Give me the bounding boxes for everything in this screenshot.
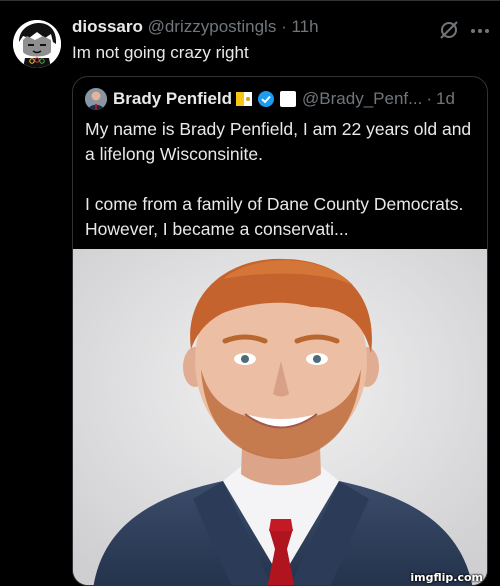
vatican-flag-icon — [236, 92, 253, 106]
quoted-tweet-header: Brady Penfield @Brady_Penf... · 1d — [85, 87, 455, 111]
portrait-illustration — [73, 249, 487, 585]
quoted-tweet-photo[interactable]: imgflip.com — [73, 249, 487, 585]
quoted-tweet-card[interactable]: Brady Penfield @Brady_Penf... · 1d My na… — [72, 76, 488, 586]
quoted-tweet-time[interactable]: 1d — [436, 89, 455, 109]
tweet-header: diossaro @drizzypostingls · 11h — [72, 17, 485, 41]
separator-dot: · — [281, 17, 287, 36]
verified-badge-icon — [258, 91, 275, 107]
tweet-time[interactable]: 11h — [291, 17, 318, 36]
grok-slash-icon[interactable] — [438, 19, 460, 41]
quoted-author-handle[interactable]: @Brady_Penf... — [302, 89, 422, 109]
quoted-tweet-body: My name is Brady Penfield, I am 22 years… — [85, 117, 481, 242]
quoted-author-name[interactable]: Brady Penfield — [113, 89, 232, 109]
quoted-author-avatar[interactable] — [85, 88, 107, 110]
more-dots-icon[interactable] — [470, 28, 490, 34]
top-divider — [0, 0, 500, 1]
author-handle[interactable]: @drizzypostingls — [148, 17, 277, 36]
author-avatar[interactable] — [13, 20, 61, 68]
author-name[interactable]: diossaro — [72, 17, 143, 36]
avatar-illustration — [13, 20, 61, 68]
quoted-paragraph-2: I come from a family of Dane County Demo… — [85, 194, 464, 239]
imgflip-watermark: imgflip.com — [410, 571, 483, 584]
quoted-avatar-illustration — [85, 88, 107, 110]
tweet-text: Im not going crazy right — [72, 43, 249, 62]
crescent-badge-icon — [280, 91, 297, 107]
quoted-separator-dot: · — [426, 89, 432, 108]
quoted-paragraph-1: My name is Brady Penfield, I am 22 years… — [85, 119, 472, 164]
